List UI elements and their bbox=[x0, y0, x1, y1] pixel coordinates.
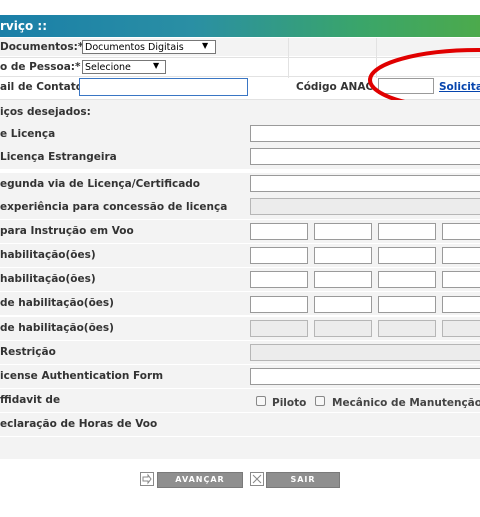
forward-icon bbox=[140, 472, 154, 486]
item-input[interactable] bbox=[250, 247, 308, 264]
sair-button[interactable]: SAIR bbox=[266, 472, 340, 488]
divider bbox=[288, 38, 289, 78]
item-input[interactable] bbox=[314, 296, 372, 313]
item-label: habilitação(ões) bbox=[0, 273, 96, 285]
item-input[interactable] bbox=[378, 296, 436, 313]
mecanico-label: Mecânico de Manutenção A bbox=[332, 397, 480, 409]
item-input-disabled bbox=[250, 344, 480, 361]
item-input-disabled bbox=[442, 320, 480, 337]
item-input[interactable] bbox=[442, 247, 480, 264]
item-label: de habilitação(ões) bbox=[0, 297, 114, 309]
item-label: Restrição bbox=[0, 346, 56, 358]
item-input[interactable] bbox=[314, 223, 372, 240]
email-label: ail de Contato bbox=[0, 81, 83, 93]
item-input[interactable] bbox=[250, 271, 308, 288]
mecanico-checkbox[interactable] bbox=[315, 396, 325, 406]
item-input[interactable] bbox=[250, 368, 480, 385]
item-input[interactable] bbox=[442, 223, 480, 240]
item-label: de habilitação(ões) bbox=[0, 322, 114, 334]
email-field[interactable] bbox=[79, 78, 248, 96]
item-label: icense Authentication Form bbox=[0, 370, 164, 382]
documentos-label: Documentos:* bbox=[0, 41, 84, 53]
item-label: egunda via de Licença/Certificado bbox=[0, 178, 201, 190]
item-input-disabled bbox=[378, 320, 436, 337]
item-input[interactable] bbox=[250, 125, 480, 142]
item-input[interactable] bbox=[250, 148, 480, 165]
item-input[interactable] bbox=[250, 175, 480, 192]
item-input[interactable] bbox=[378, 223, 436, 240]
section-title: rviço :: bbox=[0, 19, 47, 33]
item-input-disabled bbox=[250, 320, 308, 337]
tipo-pessoa-label: o de Pessoa:* bbox=[0, 61, 81, 73]
avancar-button[interactable]: AVANÇAR bbox=[157, 472, 243, 488]
item-input[interactable] bbox=[314, 247, 372, 264]
item-label: e Licença bbox=[0, 128, 56, 140]
item-label: para Instrução em Voo bbox=[0, 225, 134, 237]
item-input[interactable] bbox=[442, 296, 480, 313]
item-label: eclaração de Horas de Voo bbox=[0, 418, 158, 430]
servicos-label: iços desejados: bbox=[0, 106, 91, 118]
item-input[interactable] bbox=[314, 271, 372, 288]
item-label: experiência para concessão de licença bbox=[0, 201, 228, 213]
item-input[interactable] bbox=[378, 271, 436, 288]
item-input[interactable] bbox=[250, 223, 308, 240]
tipo-pessoa-select[interactable]: Selecione bbox=[82, 60, 166, 74]
list-item bbox=[0, 437, 480, 459]
documentos-select[interactable]: Documentos Digitais bbox=[82, 40, 216, 54]
piloto-checkbox[interactable] bbox=[256, 396, 266, 406]
item-input-disabled bbox=[314, 320, 372, 337]
item-label: habilitação(ões) bbox=[0, 249, 96, 261]
item-label: Licença Estrangeira bbox=[0, 151, 117, 163]
piloto-label: Piloto bbox=[272, 397, 307, 409]
item-input-disabled bbox=[250, 198, 480, 215]
item-input[interactable] bbox=[378, 247, 436, 264]
item-input[interactable] bbox=[250, 296, 308, 313]
item-input[interactable] bbox=[442, 271, 480, 288]
close-icon bbox=[250, 472, 264, 486]
section-header: rviço :: bbox=[0, 15, 480, 37]
item-label: ffidavit de bbox=[0, 394, 61, 406]
